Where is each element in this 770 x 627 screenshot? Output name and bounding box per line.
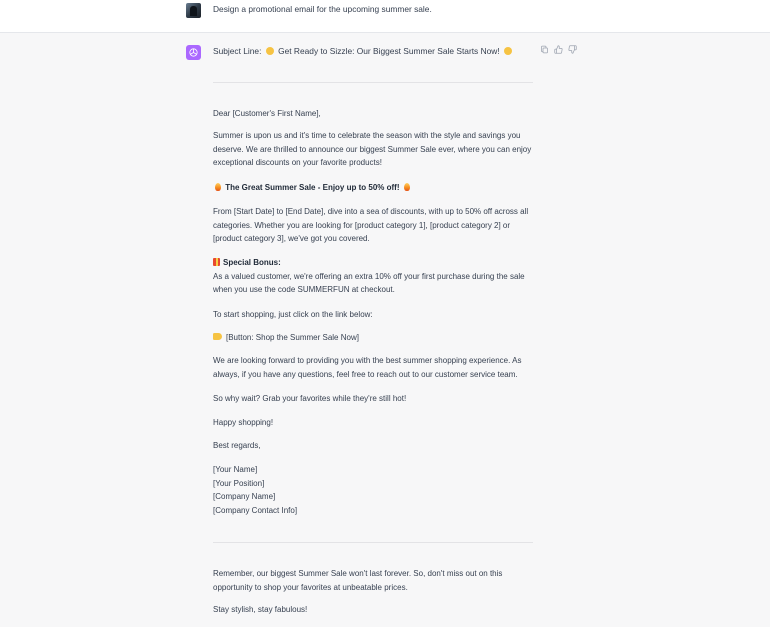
fire-emoji [403,183,410,191]
best-regards-text: Best regards, [213,441,261,450]
intro-line-1: Summer is upon us and it's time to celeb… [213,131,521,140]
user-message-text: Design a promotional email for the upcom… [213,4,432,14]
sun-emoji [265,47,274,55]
sale-headline-text: The Great Summer Sale - Enjoy up to 50% … [225,183,400,192]
bonus-paragraph: Special Bonus: As a valued customer, we'… [213,256,533,297]
dates-line-1: From [Start Date] to [End Date], dive in… [213,207,529,216]
subject-prefix: Subject Line: [213,46,262,56]
fire-emoji [215,183,221,191]
sun-emoji [503,47,512,55]
bonus-title: Special Bonus: [223,258,281,267]
subject-line: Subject Line: Get Ready to Sizzle: Our B… [213,46,514,56]
forward-paragraph: We are looking forward to providing you … [213,354,533,381]
forward-line-1: We are looking forward to providing you … [213,356,522,365]
bonus-line-1: As a valued customer, we're offering an … [213,271,525,281]
remember-paragraph: Remember, our biggest Summer Sale won't … [213,567,533,594]
signature-position: [Your Position] [213,478,265,488]
pointing-hand-emoji [213,333,222,340]
signature-block: [Your Name] [Your Position] [Company Nam… [213,463,533,517]
sale-headline: The Great Summer Sale - Enjoy up to 50% … [213,181,533,195]
copy-icon[interactable] [540,45,549,54]
chatgpt-logo-icon [186,45,201,60]
assistant-message-area [0,33,770,627]
remember-line-1: Remember, our biggest Summer Sale won't … [213,569,503,578]
gift-emoji [213,258,220,266]
intro-paragraph: Summer is upon us and it's time to celeb… [213,129,533,170]
happy-shopping-text: Happy shopping! [213,418,274,427]
top-divider [213,82,533,83]
user-avatar [186,3,201,18]
intro-line-3: exceptional discounts on your favorite p… [213,158,382,167]
greeting: Dear [Customer's First Name], [213,109,321,118]
signature-name: [Your Name] [213,465,258,474]
shop-button-line: [Button: Shop the Summer Sale Now] [213,331,533,345]
remember-line-2: opportunity to shop your favorites at un… [213,582,408,592]
signature-company: [Company Name] [213,492,276,501]
dates-line-2: categories. Whether you are looking for … [213,220,511,230]
start-shopping-text: To start shopping, just click on the lin… [213,310,373,319]
so-why-text: So why wait? Grab your favorites while t… [213,394,407,403]
bottom-divider [213,542,533,543]
message-actions [540,45,577,54]
stay-stylish-text: Stay stylish, stay fabulous! [213,605,308,614]
bonus-title-row: Special Bonus: [213,256,533,270]
subject-text: Get Ready to Sizzle: Our Biggest Summer … [278,46,500,56]
thumbs-up-icon[interactable] [554,45,563,54]
shop-button-text: [Button: Shop the Summer Sale Now] [226,333,359,342]
thumbs-down-icon[interactable] [568,45,577,54]
dates-paragraph: From [Start Date] to [End Date], dive in… [213,205,533,246]
intro-line-2: deserve. We are thrilled to announce our… [213,144,532,154]
dates-line-3: [product category 3], we've got you cove… [213,234,370,243]
bonus-line-2: when you use the code SUMMERFUN at check… [213,285,395,294]
forward-line-2: always, if you have any questions, feel … [213,369,518,379]
signature-contact: [Company Contact Info] [213,505,298,515]
user-message-row: Design a promotional email for the upcom… [0,0,770,33]
